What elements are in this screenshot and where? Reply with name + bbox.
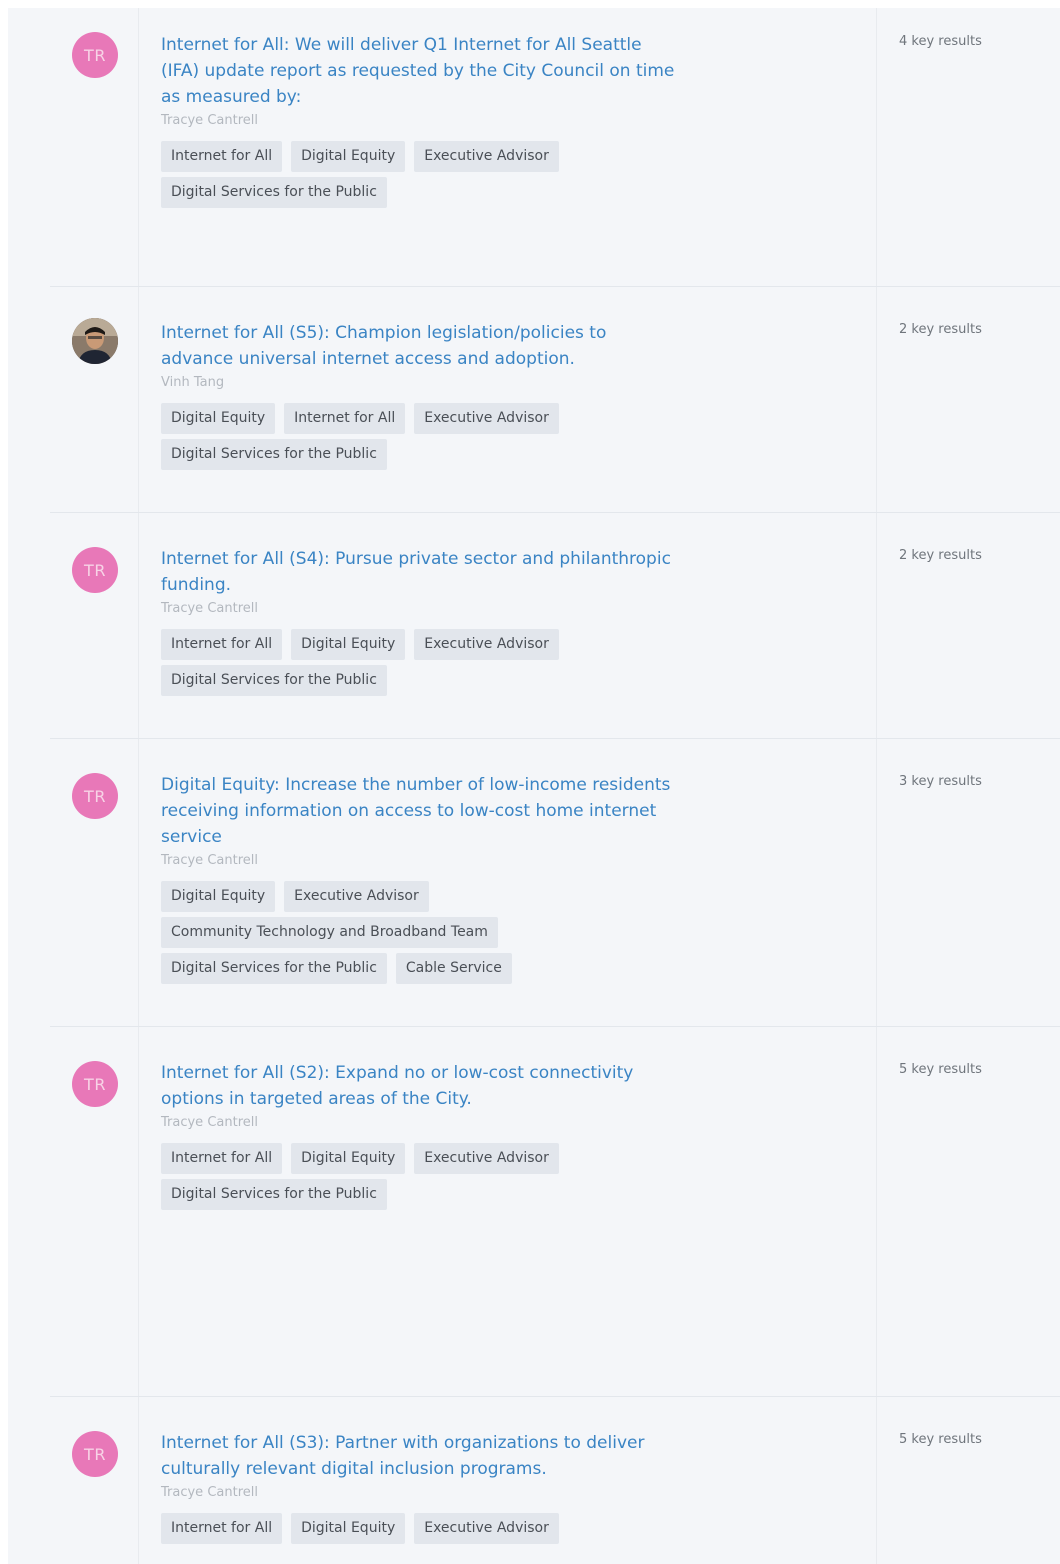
avatar[interactable] <box>72 318 118 364</box>
key-results-count[interactable]: 5 key results <box>899 1432 982 1447</box>
tag-list: Internet for All Digital Equity Executive … <box>161 141 621 208</box>
tag[interactable]: Executive Advisor <box>414 1513 559 1544</box>
tag[interactable]: Digital Equity <box>291 629 406 660</box>
objective-owner: Tracye Cantrell <box>161 601 258 616</box>
objective-owner: Tracye Cantrell <box>161 1115 258 1130</box>
objective-owner: Tracye Cantrell <box>161 1485 258 1500</box>
tag-list: Digital Equity Executive Advisor Community… <box>161 881 621 984</box>
objective-owner: Vinh Tang <box>161 375 225 390</box>
objective-title-link[interactable]: Digital Equity: Increase the number of l… <box>161 772 681 850</box>
key-results-count[interactable]: 5 key results <box>899 1062 982 1077</box>
key-results-count[interactable]: 2 key results <box>899 322 982 337</box>
tag[interactable]: Digital Equity <box>291 1513 406 1544</box>
tag[interactable]: Digital Services for the Public <box>161 439 387 470</box>
tag[interactable]: Internet for All <box>161 141 283 172</box>
row-separator <box>50 1026 1060 1027</box>
key-results-count[interactable]: 2 key results <box>899 548 982 563</box>
objective-content: Internet for All: We will deliver Q1 Int… <box>161 32 681 208</box>
key-results-count[interactable]: 3 key results <box>899 774 982 789</box>
tag[interactable]: Digital Equity <box>291 1143 406 1174</box>
tag[interactable]: Internet for All <box>161 1143 283 1174</box>
tag[interactable]: Executive Advisor <box>414 403 559 434</box>
avatar[interactable]: TR <box>72 773 118 819</box>
objective-content: Internet for All (S2): Expand no or low-… <box>161 1060 681 1210</box>
tag[interactable]: Cable Service <box>395 953 512 984</box>
user-photo-icon <box>72 318 118 364</box>
row-separator <box>50 1396 1060 1397</box>
tag[interactable]: Digital Equity <box>291 141 406 172</box>
tag-list: Digital Equity Internet for All Executive … <box>161 403 621 470</box>
column-divider <box>138 8 139 1564</box>
tag[interactable]: Internet for All <box>161 629 283 660</box>
objective-content: Internet for All (S4): Pursue private se… <box>161 546 681 696</box>
tag[interactable]: Executive Advisor <box>414 141 559 172</box>
tag[interactable]: Digital Services for the Public <box>161 177 387 208</box>
tag[interactable]: Digital Equity <box>161 881 276 912</box>
objective-owner: Tracye Cantrell <box>161 113 258 128</box>
objective-title-link[interactable]: Internet for All (S5): Champion legislat… <box>161 320 681 372</box>
avatar[interactable]: TR <box>72 1061 118 1107</box>
objective-title-link[interactable]: Internet for All: We will deliver Q1 Int… <box>161 32 681 110</box>
objective-title-link[interactable]: Internet for All (S4): Pursue private se… <box>161 546 681 598</box>
column-divider <box>876 8 877 1564</box>
tag[interactable]: Digital Services for the Public <box>161 1179 387 1210</box>
objective-title-link[interactable]: Internet for All (S3): Partner with orga… <box>161 1430 681 1482</box>
tag[interactable]: Executive Advisor <box>414 629 559 660</box>
tag[interactable]: Community Technology and Broadband Team <box>161 917 498 948</box>
tag[interactable]: Digital Services for the Public <box>161 665 387 696</box>
row-separator <box>50 286 1060 287</box>
tag[interactable]: Digital Equity <box>161 403 276 434</box>
tag-list: Internet for All Digital Equity Executive … <box>161 629 621 696</box>
objectives-list: TR Internet for All: We will deliver Q1 I… <box>8 8 1060 1564</box>
tag-list: Internet for All Digital Equity Executive … <box>161 1513 621 1544</box>
row-separator <box>50 512 1060 513</box>
key-results-count[interactable]: 4 key results <box>899 34 982 49</box>
tag[interactable]: Internet for All <box>161 1513 283 1544</box>
objective-content: Internet for All (S5): Champion legislat… <box>161 320 681 470</box>
tag[interactable]: Internet for All <box>284 403 406 434</box>
avatar[interactable]: TR <box>72 32 118 78</box>
tag-list: Internet for All Digital Equity Executive … <box>161 1143 621 1210</box>
tag[interactable]: Executive Advisor <box>284 881 429 912</box>
row-separator <box>50 738 1060 739</box>
objective-owner: Tracye Cantrell <box>161 853 258 868</box>
objective-content: Digital Equity: Increase the number of l… <box>161 772 681 984</box>
tag[interactable]: Executive Advisor <box>414 1143 559 1174</box>
objective-content: Internet for All (S3): Partner with orga… <box>161 1430 681 1544</box>
avatar[interactable]: TR <box>72 1431 118 1477</box>
objective-title-link[interactable]: Internet for All (S2): Expand no or low-… <box>161 1060 681 1112</box>
tag[interactable]: Digital Services for the Public <box>161 953 387 984</box>
avatar[interactable]: TR <box>72 547 118 593</box>
